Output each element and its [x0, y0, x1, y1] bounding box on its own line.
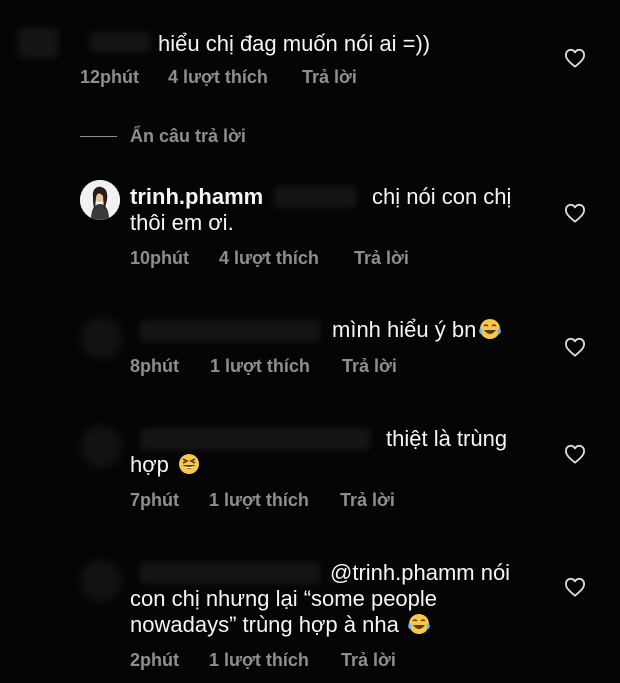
- likes-count[interactable]: 1 lượt thích: [210, 356, 310, 377]
- comment-text-line: hợp: [130, 452, 169, 477]
- comment-time: 7phút: [130, 490, 179, 510]
- blurred-username: [140, 320, 320, 342]
- blurred-username: [90, 32, 150, 52]
- heart-icon[interactable]: [564, 48, 586, 68]
- grinning-squint-emoji: [179, 454, 200, 474]
- divider-line: [80, 136, 117, 137]
- blurred-username: [140, 428, 370, 450]
- comment-text-line: chị nói con chị: [372, 184, 512, 209]
- heart-icon[interactable]: [564, 203, 586, 223]
- comment-time: 2phút: [130, 650, 179, 670]
- reply-button[interactable]: Trả lời: [340, 490, 395, 511]
- comment-text-line: thôi em ơi.: [130, 210, 234, 235]
- comment-text-line: mình hiểu ý bn: [332, 317, 477, 342]
- comment-text: hợp: [130, 450, 201, 479]
- heart-icon[interactable]: [564, 337, 586, 357]
- likes-count[interactable]: 4 lượt thích: [168, 67, 268, 88]
- avatar[interactable]: [80, 180, 120, 220]
- reply-button[interactable]: Trả lời: [354, 248, 409, 269]
- blurred-mention: [274, 186, 356, 208]
- blurred-avatar: [80, 317, 122, 359]
- tears-of-joy-emoji: [479, 319, 502, 339]
- blurred-avatar: [80, 426, 122, 468]
- comment-time: 8phút: [130, 356, 179, 376]
- blurred-avatar: [18, 28, 58, 58]
- comment-text: nowadays” trùng hợp à nha: [130, 610, 431, 639]
- comment-time: 12phút: [80, 67, 140, 87]
- comment-text-line: con chị nhưng lại “some people: [130, 586, 438, 611]
- comment-text-line: @trinh.phamm nói: [330, 560, 511, 585]
- heart-icon[interactable]: [564, 577, 586, 597]
- comment-text-line: thiệt là trùng: [386, 426, 508, 451]
- heart-icon[interactable]: [564, 444, 586, 464]
- comment-time: 10phút: [130, 248, 190, 268]
- comment-username[interactable]: trinh.phamm: [130, 184, 263, 209]
- blurred-username: [140, 562, 320, 584]
- avatar-image: [80, 180, 120, 220]
- blurred-avatar: [80, 560, 122, 602]
- hide-replies-label[interactable]: Ẩn câu trả lời: [130, 126, 246, 147]
- likes-count[interactable]: 1 lượt thích: [209, 650, 309, 671]
- likes-count[interactable]: 4 lượt thích: [219, 248, 319, 269]
- likes-count[interactable]: 1 lượt thích: [209, 490, 309, 511]
- reply-button[interactable]: Trả lời: [341, 650, 396, 671]
- comment-text-line: nowadays” trùng hợp à nha: [130, 612, 399, 637]
- reply-button[interactable]: Trả lời: [302, 67, 357, 88]
- comment-text: mình hiểu ý bn: [332, 315, 502, 344]
- tears-of-joy-emoji: [408, 614, 430, 634]
- comment-text: trinh.phamm: [130, 182, 263, 211]
- reply-button[interactable]: Trả lời: [342, 356, 397, 377]
- comment-text: hiểu chị đag muốn nói ai =)): [158, 31, 431, 56]
